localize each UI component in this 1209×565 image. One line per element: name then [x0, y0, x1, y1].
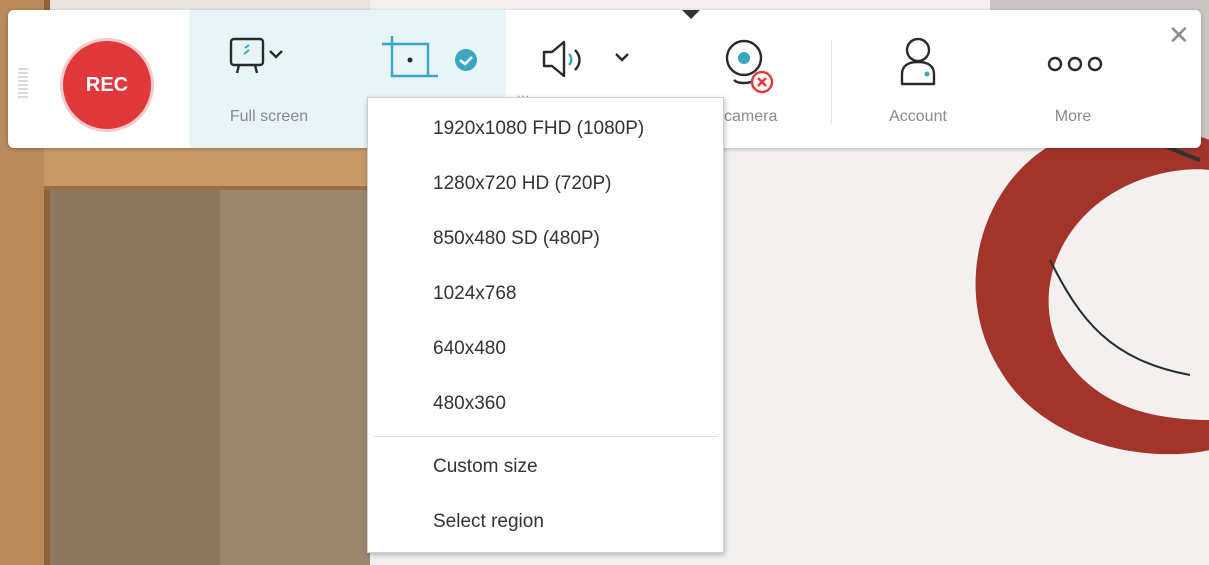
speaker-icon: [542, 40, 629, 78]
menu-divider: [374, 436, 718, 437]
menu-item-select-region[interactable]: Select region: [433, 511, 544, 533]
account-icon: [900, 37, 936, 86]
region-crop-icon: [382, 36, 477, 78]
more-tool[interactable]: More: [1008, 10, 1138, 148]
close-icon[interactable]: ✕: [1168, 22, 1190, 48]
menu-item-480p[interactable]: 850x480 SD (480P): [433, 228, 600, 250]
background-paint-stroke: [975, 126, 1209, 455]
rec-button[interactable]: REC: [63, 41, 151, 129]
more-icon: [1047, 56, 1103, 72]
monitor-icon: [229, 37, 283, 74]
menu-item-1080p[interactable]: 1920x1080 FHD (1080P): [433, 118, 644, 140]
check-badge-icon: [455, 49, 477, 71]
account-label: Account: [889, 108, 947, 125]
full-screen-label: Full screen: [229, 108, 309, 125]
more-label: More: [1054, 108, 1092, 125]
toolbar-divider: [831, 40, 832, 124]
menu-item-1024x768[interactable]: 1024x768: [433, 283, 516, 305]
menu-item-480x360[interactable]: 480x360: [433, 393, 506, 415]
webcam-icon: [725, 39, 774, 94]
menu-item-720p[interactable]: 1280x720 HD (720P): [433, 173, 612, 195]
resolution-dropdown: 1920x1080 FHD (1080P) 1280x720 HD (720P)…: [367, 97, 724, 553]
background-frame-bar: [44, 148, 374, 190]
menu-item-custom-size[interactable]: Custom size: [433, 456, 538, 478]
drag-handle[interactable]: [18, 68, 28, 98]
menu-item-640x480[interactable]: 640x480: [433, 338, 506, 360]
background-canvas-shade: [220, 190, 370, 565]
account-tool[interactable]: Account: [848, 10, 988, 148]
